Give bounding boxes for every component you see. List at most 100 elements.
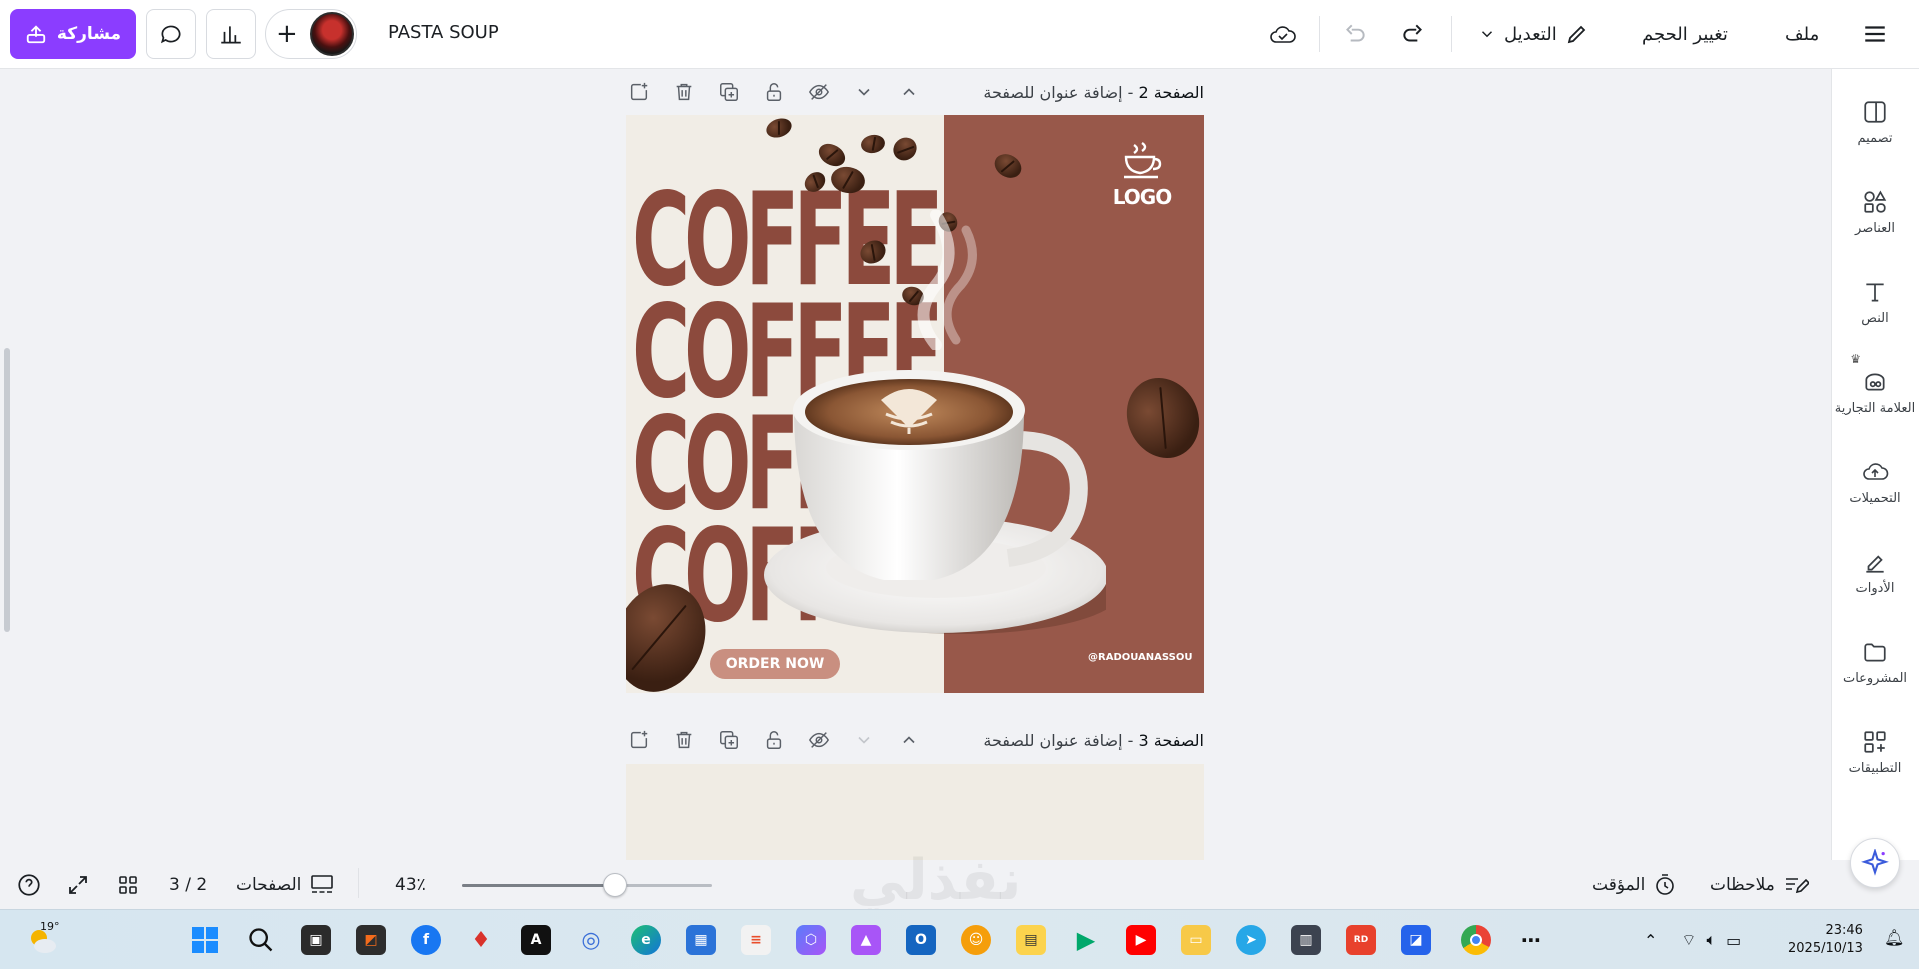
undo-button[interactable]: [1342, 18, 1368, 50]
social-handle[interactable]: @RADOUANASSOU: [1088, 652, 1192, 663]
fullscreen-button[interactable]: [66, 870, 90, 900]
delete-page-button[interactable]: [671, 727, 697, 753]
timer-button[interactable]: المؤقت: [1592, 870, 1677, 900]
insights-button[interactable]: [206, 9, 256, 59]
zoom-slider[interactable]: [462, 873, 712, 897]
page-2-header: الصفحة 2 - إضافة عنوان للصفحة: [626, 76, 1204, 108]
share-button[interactable]: مشاركة: [10, 9, 136, 59]
move-page-down-button[interactable]: [851, 79, 877, 105]
redo-button[interactable]: [1400, 18, 1426, 50]
taskbar-app[interactable]: ☺: [961, 925, 991, 955]
chevron-up-icon[interactable]: ⌃: [1644, 931, 1657, 950]
vertical-scrollbar[interactable]: [4, 348, 10, 632]
taskbar-app[interactable]: ◪: [1401, 925, 1431, 955]
order-now-button[interactable]: ORDER NOW: [710, 649, 840, 679]
sidebar-item-label: المشروعات: [1842, 671, 1908, 686]
photos-icon: ▲: [860, 932, 872, 948]
zoom-slider-fill: [462, 884, 615, 887]
page-title[interactable]: الصفحة 3 - إضافة عنوان للصفحة: [983, 731, 1204, 750]
add-page-button[interactable]: [626, 727, 652, 753]
volume-icon[interactable]: 🔈︎: [1706, 930, 1716, 950]
move-page-down-button[interactable]: [851, 727, 877, 753]
system-clock[interactable]: 23:46 2025/10/13: [1788, 922, 1863, 958]
page-number-label: الصفحة 3: [1138, 730, 1204, 750]
magic-assistant-button[interactable]: [1850, 838, 1900, 888]
search-button[interactable]: [246, 925, 276, 955]
brand-logo[interactable]: LOGO: [1112, 141, 1172, 209]
file-explorer-app[interactable]: ▭: [1181, 925, 1211, 955]
telegram-app[interactable]: ➤: [1236, 925, 1266, 955]
apps-grid-icon: [1864, 731, 1886, 753]
taskbar-app[interactable]: ▤: [1016, 925, 1046, 955]
taskbar-app[interactable]: ◩: [356, 925, 386, 955]
project-title[interactable]: PASTA SOUP: [388, 22, 499, 43]
hide-page-button[interactable]: [806, 79, 832, 105]
duplicate-page-button[interactable]: [716, 79, 742, 105]
delete-page-button[interactable]: [671, 79, 697, 105]
start-button[interactable]: [190, 925, 220, 955]
design-page-2[interactable]: COFFEE COFFEE COFFEE COFFEE: [626, 115, 1204, 693]
chrome-app[interactable]: [1461, 925, 1491, 955]
sidebar-item-text[interactable]: النص: [1831, 279, 1919, 326]
reader-app[interactable]: RD: [1346, 925, 1376, 955]
file-menu-button[interactable]: ملف: [1785, 18, 1819, 50]
podcast-app[interactable]: ◎: [576, 925, 606, 955]
task-view-app[interactable]: ▣: [301, 925, 331, 955]
hide-page-button[interactable]: [806, 727, 832, 753]
page-title[interactable]: الصفحة 2 - إضافة عنوان للصفحة: [983, 83, 1204, 102]
comments-button[interactable]: [146, 9, 196, 59]
sidebar-item-apps[interactable]: التطبيقات: [1831, 729, 1919, 776]
sidebar-item-brand[interactable]: العلامة التجارية: [1831, 369, 1919, 416]
telegram-icon: ➤: [1245, 932, 1257, 948]
design-page-3[interactable]: [626, 764, 1204, 860]
play-icon: ▶: [1076, 926, 1096, 954]
sidebar-item-tools[interactable]: الأدوات: [1831, 549, 1919, 596]
sidebar-item-uploads[interactable]: التحميلات: [1831, 459, 1919, 506]
pen-tool-icon: [1866, 555, 1884, 573]
outlook-app[interactable]: O: [906, 925, 936, 955]
page-title-input[interactable]: إضافة عنوان للصفحة: [983, 83, 1122, 102]
zoom-value[interactable]: 43٪: [395, 870, 426, 900]
more-apps-button[interactable]: ⋯: [1516, 925, 1546, 955]
page-title-input[interactable]: إضافة عنوان للصفحة: [983, 731, 1122, 750]
taskbar-app[interactable]: ▥: [1291, 925, 1321, 955]
facebook-app[interactable]: f: [411, 925, 441, 955]
top-toolbar: مشاركة + PASTA SOUP التعديل تغيير الحجم …: [0, 0, 1919, 69]
edit-menu-button[interactable]: التعديل: [1478, 18, 1589, 50]
sidebar-item-projects[interactable]: المشروعات: [1831, 639, 1919, 686]
clock-date: 2025/10/13: [1788, 941, 1863, 956]
wifi-icon[interactable]: ⌔: [1681, 930, 1696, 950]
move-page-up-button[interactable]: [896, 79, 922, 105]
duplicate-page-button[interactable]: [716, 727, 742, 753]
zoom-slider-thumb[interactable]: [603, 873, 627, 897]
photos-app[interactable]: ▲: [851, 925, 881, 955]
add-page-button[interactable]: [626, 79, 652, 105]
notes-label: ملاحظات: [1710, 875, 1775, 895]
resize-button[interactable]: تغيير الحجم: [1642, 18, 1728, 50]
taskbar-app[interactable]: ≡: [741, 925, 771, 955]
lock-page-button[interactable]: [761, 727, 787, 753]
main-menu-button[interactable]: [1862, 18, 1888, 50]
help-button[interactable]: [16, 870, 42, 900]
collaborators-button[interactable]: +: [265, 9, 357, 59]
save-status-button[interactable]: [1268, 18, 1298, 50]
store-app[interactable]: ▦: [686, 925, 716, 955]
copilot-app[interactable]: ⬡: [796, 925, 826, 955]
edge-browser-app[interactable]: e: [631, 925, 661, 955]
affinity-app[interactable]: A: [521, 925, 551, 955]
add-page-icon: [630, 730, 648, 749]
notification-bell-icon[interactable]: 🔔︎: [1884, 928, 1904, 947]
grid-view-button[interactable]: [116, 870, 140, 900]
reader-app[interactable]: ♦: [466, 925, 496, 955]
move-page-up-button[interactable]: [896, 727, 922, 753]
sidebar-item-elements[interactable]: العناصر: [1831, 189, 1919, 236]
battery-icon[interactable]: ▭: [1726, 931, 1741, 950]
lock-page-button[interactable]: [761, 79, 787, 105]
avatar[interactable]: [310, 12, 354, 56]
notes-button[interactable]: ملاحظات: [1710, 870, 1809, 900]
youtube-app[interactable]: ▶: [1126, 925, 1156, 955]
pages-button[interactable]: الصفحات: [236, 870, 335, 900]
shapes-icon: [1864, 190, 1887, 213]
play-store-app[interactable]: ▶: [1071, 925, 1101, 955]
sidebar-item-design[interactable]: تصميم: [1831, 99, 1919, 146]
